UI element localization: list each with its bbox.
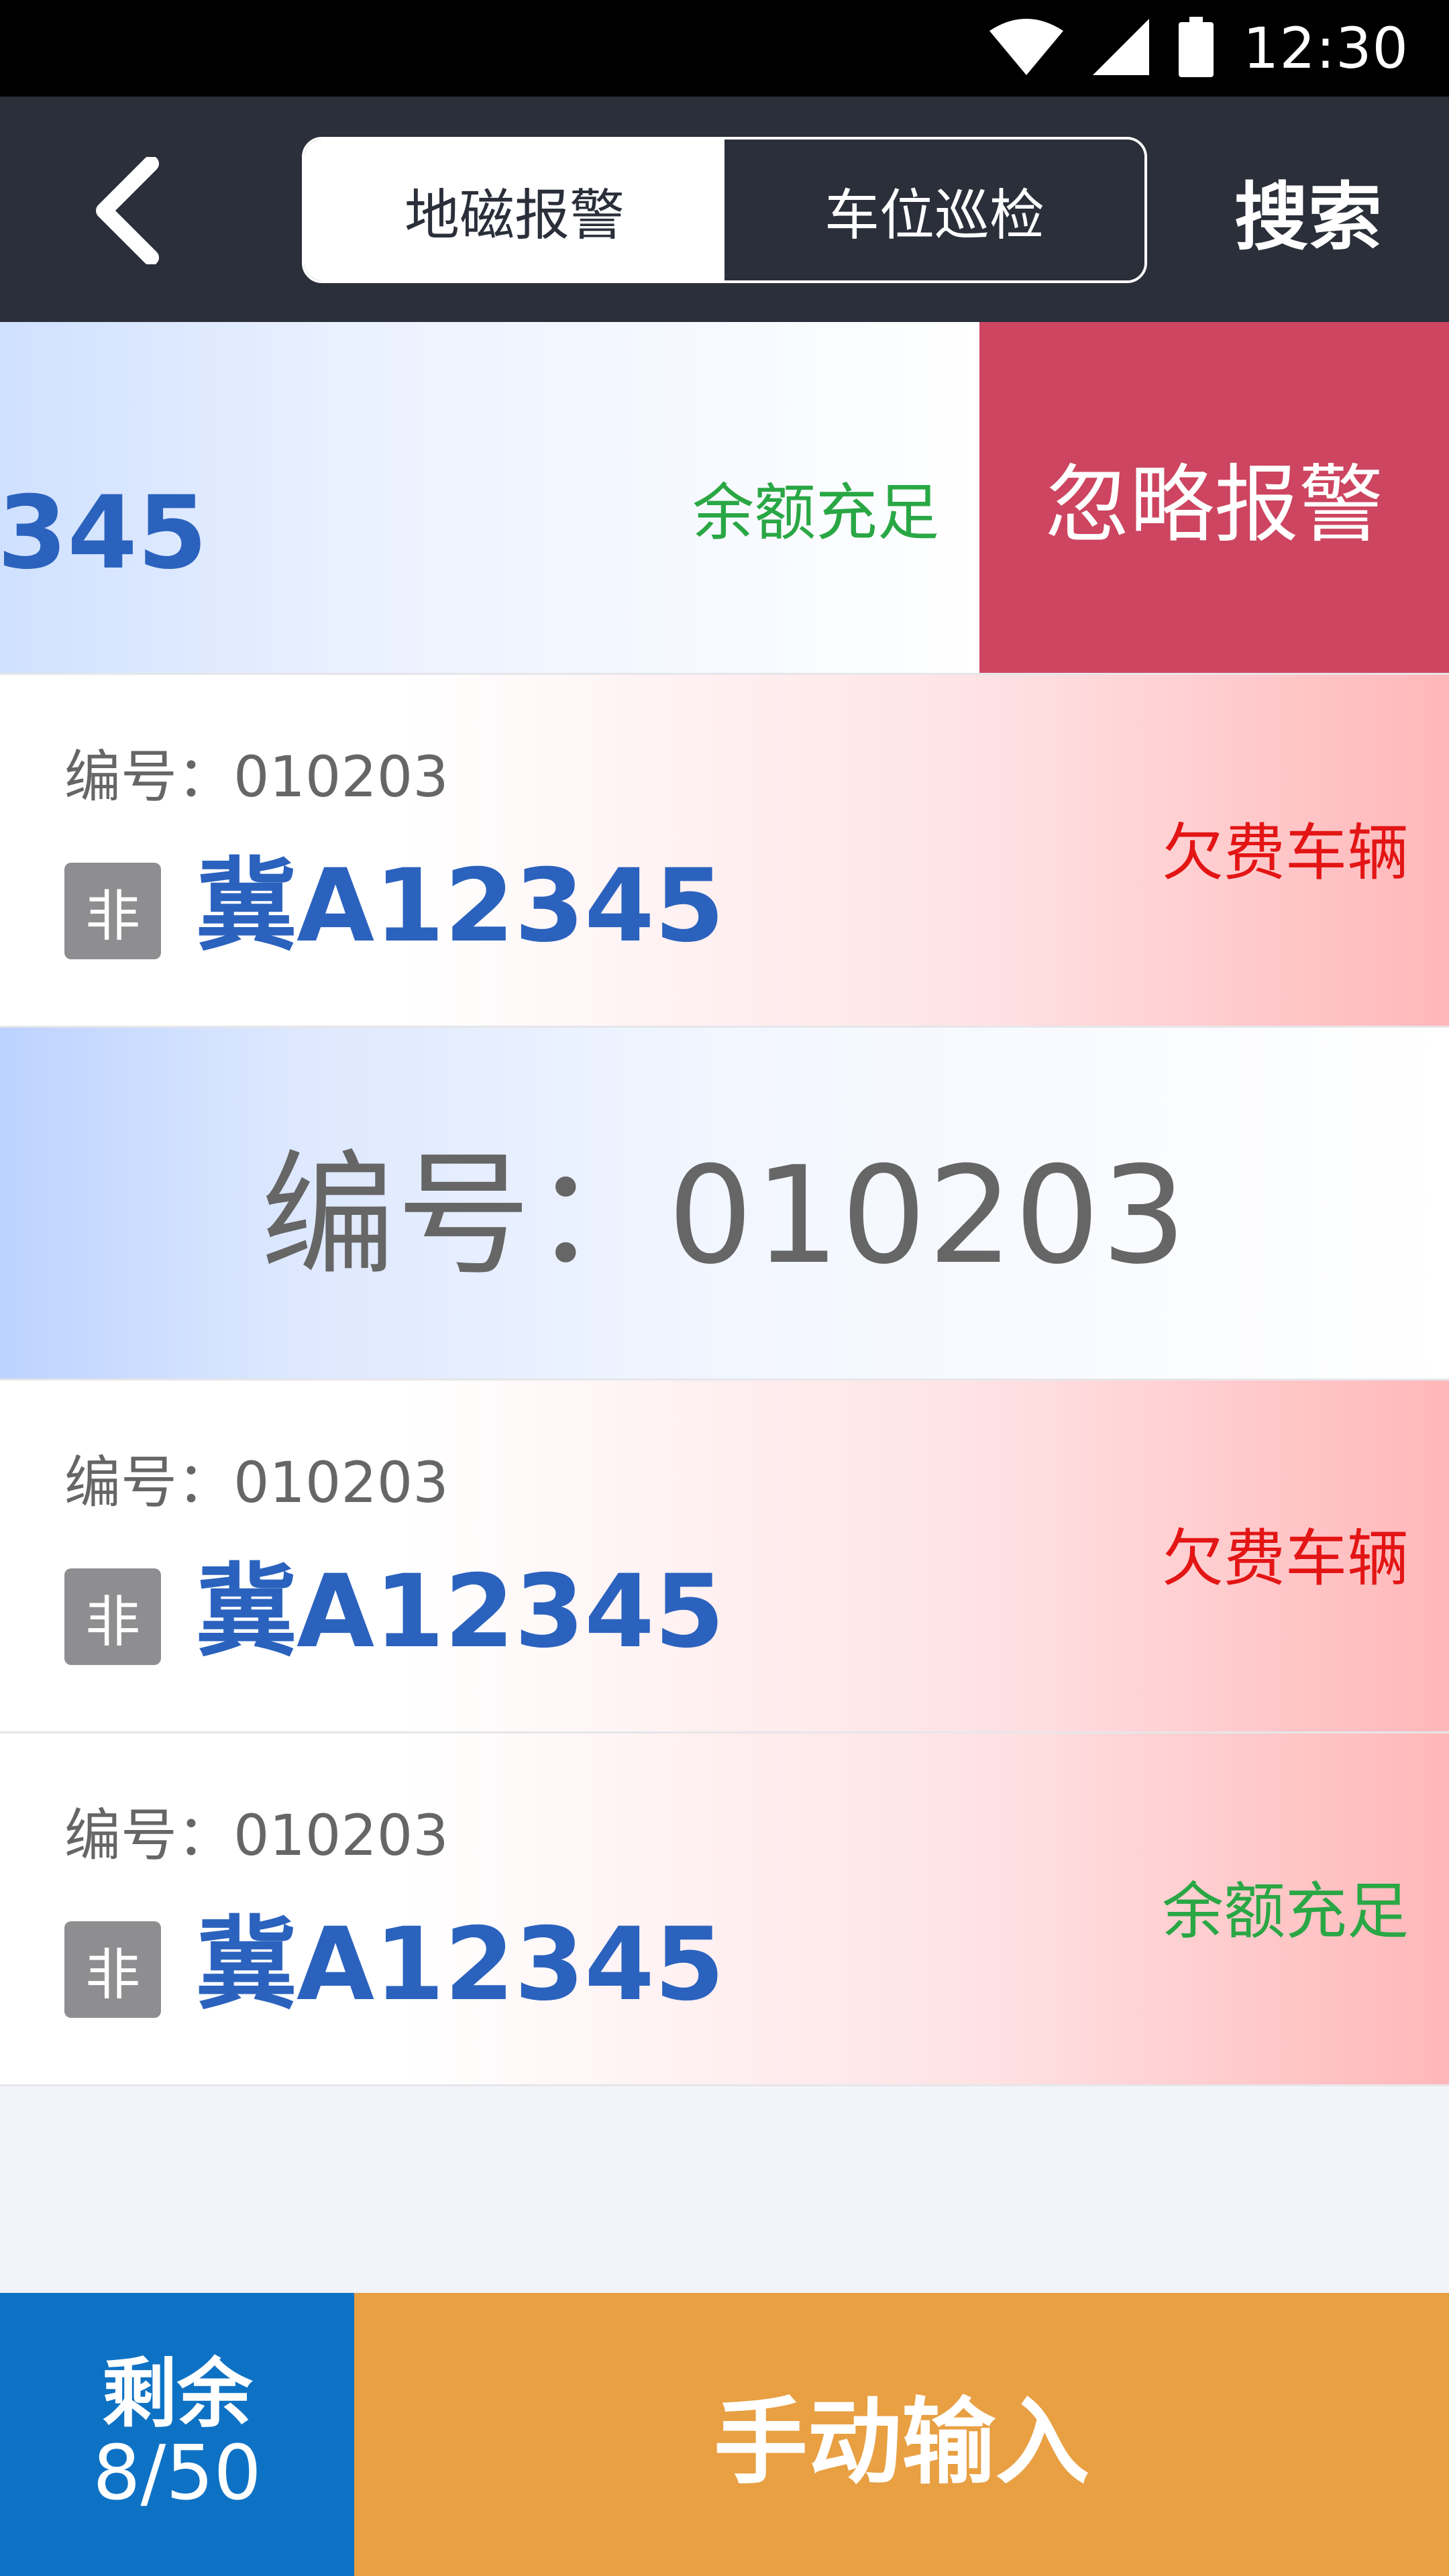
plate-number: 冀A12345 — [196, 1907, 724, 2023]
remaining-counter: 剩余 8/50 — [0, 2293, 354, 2576]
bottom-bar: 剩余 8/50 手动输入 — [0, 2293, 1449, 2576]
status-label: 余额充足 — [1161, 1876, 1409, 1947]
battery-icon — [1178, 17, 1214, 80]
segment-control: 地磁报警 车位巡检 — [302, 137, 1147, 283]
remaining-label: 剩余 — [102, 2351, 252, 2438]
item-code-large: 编号：010203 — [261, 1137, 1188, 1294]
cell-signal-icon — [1092, 19, 1149, 78]
wifi-icon — [989, 19, 1063, 78]
list-item-swiped[interactable]: 345 余额充足 忽略报警 — [0, 322, 1449, 675]
status-bar: 12:30 — [0, 0, 1449, 97]
ignore-alarm-button[interactable]: 忽略报警 — [979, 322, 1449, 673]
plate-number: 冀A12345 — [196, 1554, 724, 1670]
non-resident-badge: 非 — [64, 1921, 161, 2018]
item-code: 编号：010203 — [64, 1450, 449, 1515]
tab-geomagnetic-alarm[interactable]: 地磁报警 — [305, 140, 724, 280]
status-label: 欠费车辆 — [1161, 817, 1409, 889]
alarm-list: 345 余额充足 忽略报警 编号：010203 非 冀A12345 欠费车辆 编… — [0, 322, 1449, 2086]
plate-number: 冀A12345 — [196, 848, 724, 965]
non-resident-badge: 非 — [64, 863, 161, 959]
back-button[interactable] — [67, 150, 188, 271]
list-item[interactable]: 编号：010203 非 冀A12345 欠费车辆 — [0, 1381, 1449, 1733]
plate-number: 345 — [0, 475, 208, 592]
list-item-content[interactable]: 345 余额充足 — [0, 322, 979, 673]
non-resident-badge: 非 — [64, 1568, 161, 1665]
status-label: 欠费车辆 — [1161, 1523, 1409, 1595]
tab-space-inspection[interactable]: 车位巡检 — [724, 140, 1144, 280]
nav-bar: 地磁报警 车位巡检 搜索 — [0, 97, 1449, 322]
status-label: 余额充足 — [692, 477, 939, 549]
chevron-left-icon — [96, 157, 159, 264]
list-item-highlight[interactable]: 编号：010203 — [0, 1028, 1449, 1381]
tab-label: 车位巡检 — [824, 183, 1044, 248]
item-code: 编号：010203 — [64, 744, 449, 810]
remaining-count: 8/50 — [93, 2430, 262, 2517]
tab-label: 地磁报警 — [404, 183, 625, 248]
clock: 12:30 — [1242, 15, 1409, 81]
item-code: 编号：010203 — [64, 1803, 449, 1868]
search-button[interactable]: 搜索 — [1234, 164, 1382, 260]
manual-input-button[interactable]: 手动输入 — [354, 2293, 1449, 2576]
list-item[interactable]: 编号：010203 非 冀A12345 欠费车辆 — [0, 675, 1449, 1028]
list-item[interactable]: 编号：010203 非 冀A12345 余额充足 — [0, 1733, 1449, 2086]
